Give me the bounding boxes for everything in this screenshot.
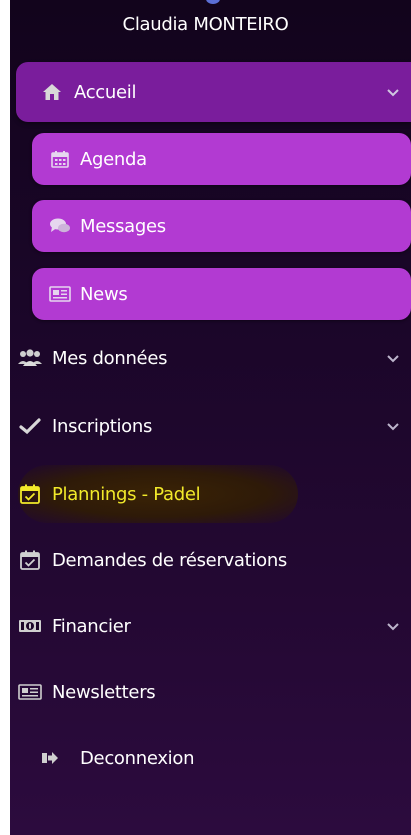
menu-item-financier[interactable]: Financier (16, 606, 411, 646)
submenu-item-label: Messages (80, 215, 166, 237)
menu-item-label: Mes données (52, 347, 168, 369)
chat-icon (46, 215, 74, 237)
avatar-edge (206, 0, 220, 4)
submenu-item-label: Agenda (80, 148, 147, 170)
calendar-check-icon (16, 483, 44, 505)
menu-item-demandes-reservations[interactable]: Demandes de réservations (16, 540, 411, 580)
menu-item-label: Demandes de réservations (52, 549, 288, 571)
newspaper-icon (16, 681, 44, 703)
sidebar: Claudia MONTEIRO Accueil Agenda Messages… (0, 0, 411, 835)
chevron-down-icon (387, 423, 399, 431)
submenu-item-agenda[interactable]: Agenda (32, 133, 411, 185)
menu-item-label: Inscriptions (52, 415, 153, 437)
submenu-item-label: News (80, 283, 128, 305)
menu-item-label: Plannings - Padel (52, 483, 201, 505)
chevron-down-icon (387, 89, 399, 97)
calendar-icon (46, 148, 74, 170)
menu-item-newsletters[interactable]: Newsletters (16, 672, 411, 712)
submenu-item-messages[interactable]: Messages (32, 200, 411, 252)
home-icon (38, 81, 66, 103)
users-icon (16, 347, 44, 369)
chevron-down-icon (387, 355, 399, 363)
left-border (0, 0, 10, 835)
submenu-item-news[interactable]: News (32, 268, 411, 320)
menu-item-label: Deconnexion (80, 747, 195, 769)
check-icon (16, 415, 44, 437)
chevron-down-icon (387, 623, 399, 631)
menu-item-mes-donnees[interactable]: Mes données (16, 338, 411, 378)
menu-item-deconnexion[interactable]: Deconnexion (16, 738, 411, 778)
menu-item-label: Accueil (74, 81, 137, 103)
menu-item-label: Financier (52, 615, 131, 637)
calendar-check-icon (16, 549, 44, 571)
menu-item-plannings-padel[interactable]: Plannings - Padel (16, 474, 411, 514)
menu-item-label: Newsletters (52, 681, 156, 703)
newspaper-icon (46, 283, 74, 305)
menu-item-inscriptions[interactable]: Inscriptions (16, 406, 411, 446)
money-icon (16, 615, 44, 637)
user-name: Claudia MONTEIRO (122, 14, 289, 35)
sign-out-icon (36, 747, 64, 769)
menu-item-accueil[interactable]: Accueil (16, 62, 411, 122)
